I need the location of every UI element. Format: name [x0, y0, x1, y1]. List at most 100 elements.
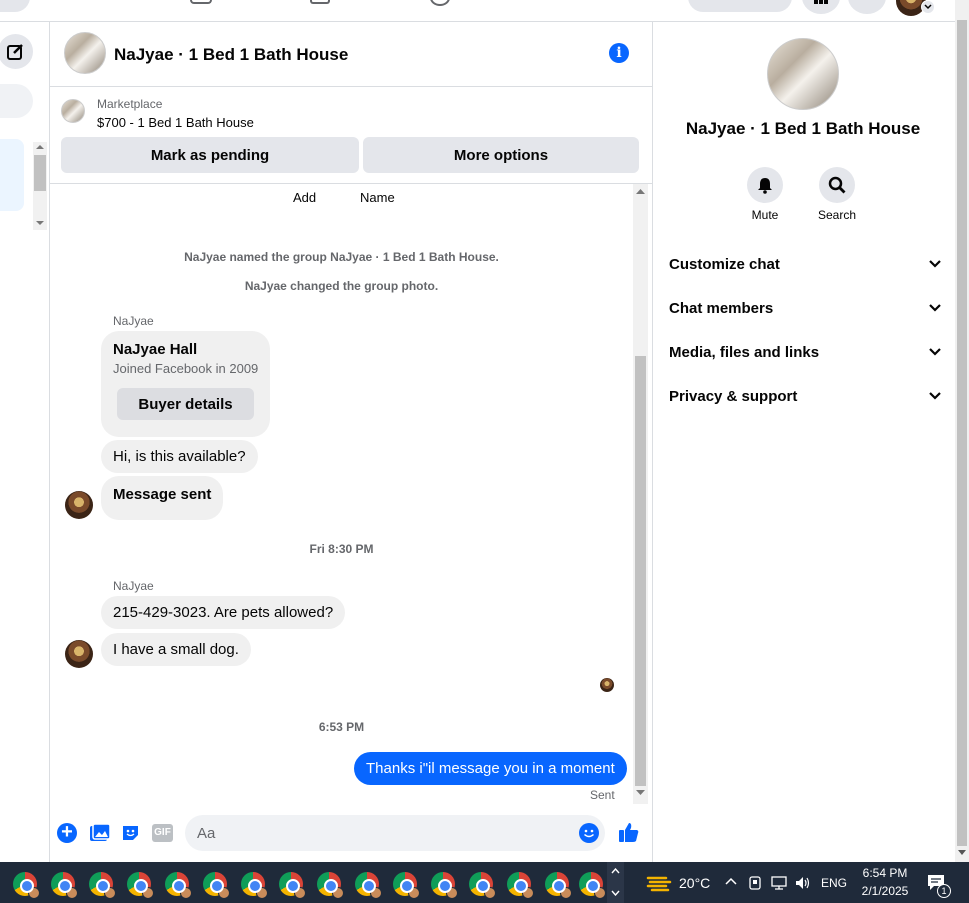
thread-scrollbar[interactable] — [633, 184, 648, 804]
volume-icon[interactable] — [794, 875, 812, 891]
page-scrollbar[interactable] — [955, 0, 969, 862]
messenger-nav-button[interactable] — [848, 0, 886, 14]
page-scroll-thumb[interactable] — [957, 20, 967, 846]
sticker-icon[interactable] — [121, 823, 141, 843]
chrome-profile-icon[interactable] — [469, 872, 496, 899]
taskbar-overflow-scroller[interactable] — [607, 862, 624, 903]
active-chat-item[interactable] — [0, 139, 24, 211]
scroll-down-icon[interactable] — [36, 220, 44, 226]
outgoing-message-bubble[interactable]: Thanks i"il message you in a moment — [354, 752, 627, 785]
message-bubble[interactable]: 215-429-3023. Are pets allowed? — [101, 596, 346, 629]
chrome-profile-icon[interactable] — [127, 872, 154, 899]
chrome-profile-icon[interactable] — [51, 872, 78, 899]
nav-pill-button[interactable] — [688, 0, 792, 12]
message-composer: + GIF Aa — [50, 804, 652, 862]
nav-search-pill[interactable] — [0, 0, 30, 12]
chrome-profile-icon[interactable] — [203, 872, 230, 899]
chrome-profile-icon[interactable] — [579, 872, 606, 899]
chevron-down-icon — [929, 392, 941, 400]
message-thread: Add Name NaJyae named the group NaJyae ·… — [50, 184, 633, 804]
mute-button[interactable] — [747, 167, 783, 203]
privacy-support-section[interactable]: Privacy & support — [669, 381, 941, 411]
chrome-profile-icon[interactable] — [165, 872, 192, 899]
customize-chat-section[interactable]: Customize chat — [669, 249, 941, 279]
info-icon[interactable]: i — [609, 43, 629, 63]
listing-thumbnail[interactable] — [61, 99, 85, 123]
network-icon[interactable] — [771, 875, 789, 891]
chrome-profile-icon[interactable] — [279, 872, 306, 899]
chrome-profile-icon[interactable] — [393, 872, 420, 899]
timestamp: Fri 8:30 PM — [309, 542, 374, 556]
chat-title[interactable]: NaJyae · 1 Bed 1 Bath House — [114, 45, 348, 65]
emoji-icon[interactable] — [579, 823, 599, 843]
tray-chevron-up-icon[interactable] — [725, 877, 737, 885]
section-label: Privacy & support — [669, 387, 798, 405]
message-sent-bubble[interactable]: Message sent — [101, 476, 224, 520]
search-icon — [828, 176, 846, 194]
buyer-details-button[interactable]: Buyer details — [117, 388, 254, 420]
plus-icon[interactable]: + — [57, 822, 77, 843]
photo-icon[interactable] — [89, 823, 110, 843]
chat-members-section[interactable]: Chat members — [669, 293, 941, 323]
gaming-nav-icon[interactable] — [430, 0, 450, 6]
scroll-up-icon[interactable] — [36, 144, 44, 150]
language-indicator[interactable]: ENG — [821, 876, 847, 890]
scroll-down-icon[interactable] — [958, 850, 966, 856]
chrome-profile-icon[interactable] — [545, 872, 572, 899]
weather-temperature[interactable]: 20°C — [679, 875, 710, 891]
chrome-profile-icon[interactable] — [89, 872, 116, 899]
message-status: Sent — [590, 788, 615, 802]
like-icon[interactable] — [618, 821, 640, 843]
chevron-down-icon — [929, 348, 941, 356]
notification-count-badge: 1 — [937, 884, 951, 898]
chrome-profile-icon[interactable] — [355, 872, 382, 899]
buyer-name: NaJyae Hall — [113, 341, 198, 358]
clock-time[interactable]: 6:54 PM — [862, 866, 908, 880]
marketplace-label: Marketplace — [97, 97, 163, 111]
chat-search-input[interactable] — [0, 84, 33, 118]
message-bubble[interactable]: Hi, is this available? — [101, 440, 258, 473]
chrome-profile-icon[interactable] — [317, 872, 344, 899]
buyer-profile-card: NaJyae Hall Joined Facebook in 2009 Buye… — [101, 331, 270, 437]
gif-icon[interactable]: GIF — [152, 824, 173, 842]
chat-list-scroll-thumb[interactable] — [34, 155, 46, 191]
more-options-button[interactable]: More options — [363, 137, 639, 173]
windows-taskbar: 20°C ENG 6:54 PM 2/1/2025 1 — [0, 862, 969, 903]
message-input[interactable]: Aa — [185, 815, 605, 851]
chevron-down-icon[interactable] — [611, 890, 620, 896]
scroll-up-icon[interactable] — [636, 189, 645, 195]
meet-now-icon[interactable] — [748, 875, 762, 891]
chrome-profile-icon[interactable] — [241, 872, 268, 899]
compose-icon — [6, 43, 23, 60]
chat-list-scrollbar[interactable] — [33, 142, 47, 230]
sender-avatar[interactable] — [65, 491, 93, 519]
media-files-links-section[interactable]: Media, files and links — [669, 337, 941, 367]
search-button[interactable] — [819, 167, 855, 203]
group-photo-avatar[interactable] — [64, 32, 106, 74]
chrome-profile-icon[interactable] — [431, 872, 458, 899]
mute-label[interactable]: Mute — [735, 208, 795, 222]
group-photo-large[interactable] — [767, 38, 839, 110]
mark-as-pending-button[interactable]: Mark as pending — [61, 137, 359, 173]
search-label[interactable]: Search — [807, 208, 867, 222]
chrome-profile-icon[interactable] — [507, 872, 534, 899]
weather-icon[interactable] — [646, 872, 672, 892]
chrome-profile-icon[interactable] — [13, 872, 40, 899]
message-bubble[interactable]: I have a small dog. — [101, 633, 251, 666]
listing-title[interactable]: $700 - 1 Bed 1 Bath House — [97, 115, 254, 130]
marketplace-listing-bar: Marketplace $700 - 1 Bed 1 Bath House Ma… — [50, 87, 652, 184]
add-people-label[interactable]: Add — [293, 190, 316, 205]
name-group-label[interactable]: Name — [360, 190, 395, 205]
account-chevron-icon[interactable] — [921, 0, 935, 14]
scroll-down-icon[interactable] — [636, 790, 645, 796]
menu-grid-button[interactable] — [802, 0, 840, 14]
new-message-button[interactable] — [0, 34, 33, 69]
section-label: Media, files and links — [669, 343, 820, 361]
sender-avatar[interactable] — [65, 640, 93, 668]
groups-nav-icon[interactable] — [310, 0, 330, 4]
clock-date[interactable]: 2/1/2025 — [858, 884, 912, 898]
chevron-up-icon[interactable] — [611, 868, 620, 874]
message-input-placeholder: Aa — [197, 825, 216, 842]
marketplace-nav-icon[interactable] — [190, 0, 212, 4]
thread-scroll-thumb[interactable] — [635, 356, 646, 786]
